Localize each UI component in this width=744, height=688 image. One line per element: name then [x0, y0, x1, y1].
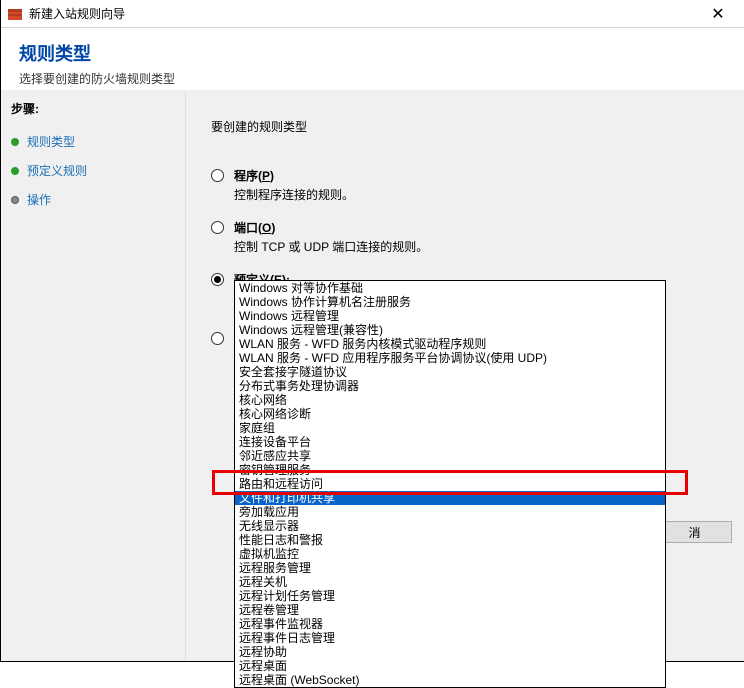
dropdown-item[interactable]: Windows 对等协作基础: [235, 281, 665, 295]
dropdown-item[interactable]: 连接设备平台: [235, 435, 665, 449]
steps-heading: 步骤:: [11, 100, 175, 117]
cancel-button[interactable]: 消: [657, 521, 732, 543]
dropdown-item[interactable]: 密钥管理服务: [235, 463, 665, 477]
step-predefined-rules[interactable]: 预定义规则: [11, 156, 175, 185]
dropdown-item[interactable]: 旁加载应用: [235, 505, 665, 519]
dropdown-item[interactable]: 远程桌面 (WebSocket): [235, 673, 665, 687]
dropdown-item[interactable]: 虚拟机监控: [235, 547, 665, 561]
dropdown-item[interactable]: 远程服务管理: [235, 561, 665, 575]
dropdown-item[interactable]: 核心网络诊断: [235, 407, 665, 421]
bullet-icon: [11, 138, 19, 146]
step-rule-type[interactable]: 规则类型: [11, 127, 175, 156]
option-program-label: 程序(P): [234, 167, 354, 184]
dropdown-item[interactable]: 远程协助: [235, 645, 665, 659]
dropdown-item[interactable]: 分布式事务处理协调器: [235, 379, 665, 393]
option-port-label: 端口(O): [234, 219, 428, 236]
bullet-icon: [11, 196, 19, 204]
steps-sidebar: 步骤: 规则类型 预定义规则 操作: [1, 90, 186, 661]
dropdown-item[interactable]: Windows 远程管理: [235, 309, 665, 323]
option-port-desc: 控制 TCP 或 UDP 端口连接的规则。: [234, 238, 428, 255]
radio-port[interactable]: [211, 221, 224, 234]
dropdown-item[interactable]: 远程关机: [235, 575, 665, 589]
predefined-dropdown-list[interactable]: Windows 对等协作基础Windows 协作计算机名注册服务Windows …: [234, 280, 666, 688]
dropdown-item[interactable]: 远程事件监视器: [235, 617, 665, 631]
page-subtitle: 选择要创建的防火墙规则类型: [19, 70, 726, 87]
step-action[interactable]: 操作: [11, 185, 175, 214]
dropdown-item[interactable]: 家庭组: [235, 421, 665, 435]
dropdown-item[interactable]: 远程卷管理: [235, 603, 665, 617]
option-program-desc: 控制程序连接的规则。: [234, 186, 354, 203]
dropdown-item[interactable]: 无线显示器: [235, 519, 665, 533]
dropdown-item[interactable]: 远程事件日志管理: [235, 631, 665, 645]
main-prompt: 要创建的规则类型: [211, 118, 724, 135]
window-title: 新建入站规则向导: [29, 5, 698, 22]
dropdown-item[interactable]: 远程桌面: [235, 659, 665, 673]
dropdown-item[interactable]: 安全套接字隧道协议: [235, 365, 665, 379]
dropdown-item[interactable]: Windows 远程管理(兼容性): [235, 323, 665, 337]
step-label: 操作: [27, 191, 51, 208]
firewall-icon: [7, 6, 23, 22]
step-label: 预定义规则: [27, 162, 87, 179]
dropdown-item[interactable]: 远程计划任务管理: [235, 589, 665, 603]
dropdown-item[interactable]: WLAN 服务 - WFD 服务内核模式驱动程序规则: [235, 337, 665, 351]
dropdown-item[interactable]: 核心网络: [235, 393, 665, 407]
title-bar: 新建入站规则向导 ✕: [1, 0, 744, 28]
dropdown-item[interactable]: Windows 协作计算机名注册服务: [235, 295, 665, 309]
option-program[interactable]: 程序(P) 控制程序连接的规则。: [211, 167, 724, 203]
step-label: 规则类型: [27, 133, 75, 150]
dropdown-item[interactable]: 路由和远程访问: [235, 477, 665, 491]
close-button[interactable]: ✕: [698, 0, 738, 28]
option-port[interactable]: 端口(O) 控制 TCP 或 UDP 端口连接的规则。: [211, 219, 724, 255]
dropdown-item[interactable]: 性能日志和警报: [235, 533, 665, 547]
radio-predefined[interactable]: [211, 273, 224, 286]
dropdown-item[interactable]: 邻近感应共享: [235, 449, 665, 463]
dropdown-item[interactable]: 文件和打印机共享: [235, 491, 665, 505]
radio-custom[interactable]: [211, 332, 224, 345]
page-title: 规则类型: [19, 40, 726, 66]
bullet-icon: [11, 167, 19, 175]
button-bar: 消: [657, 521, 732, 543]
radio-program[interactable]: [211, 169, 224, 182]
dropdown-item[interactable]: WLAN 服务 - WFD 应用程序服务平台协调协议(使用 UDP): [235, 351, 665, 365]
